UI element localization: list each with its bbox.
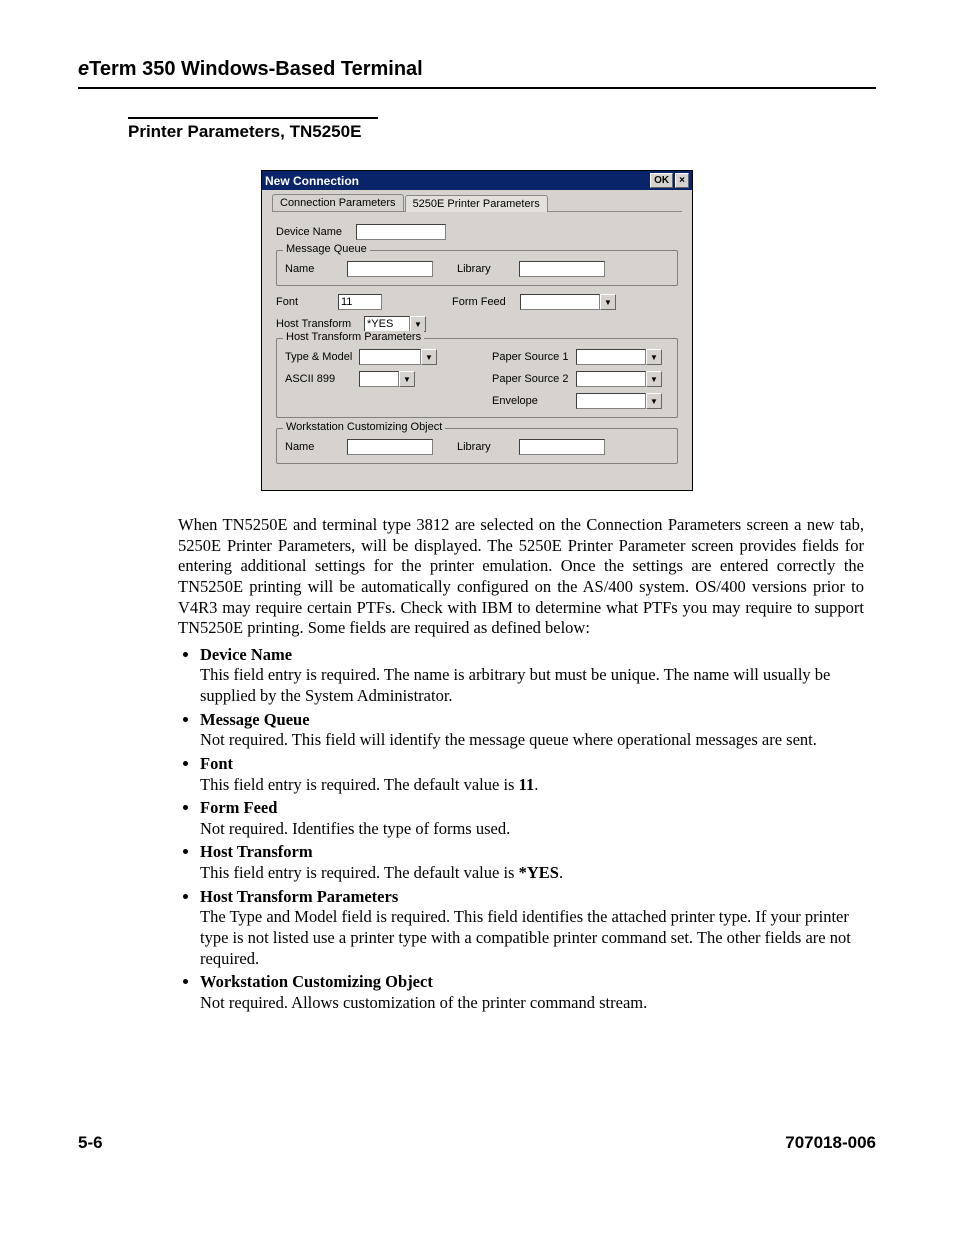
def-workstation-customizing-object: Workstation Customizing Object Not requi… [200, 972, 864, 1013]
tab-connection-parameters[interactable]: Connection Parameters [272, 194, 404, 211]
def-host-transform-parameters: Host Transform Parameters The Type and M… [200, 887, 864, 970]
combo-ascii899[interactable]: ▼ [359, 371, 415, 387]
chevron-down-icon: ▼ [410, 316, 426, 332]
combo-form-feed[interactable]: ▼ [520, 294, 616, 310]
chevron-down-icon: ▼ [421, 349, 437, 365]
input-mq-name[interactable] [347, 261, 433, 277]
label-wco-library: Library [457, 441, 519, 453]
combo-paper-source-2[interactable]: ▼ [576, 371, 662, 387]
def-form-feed: Form Feed Not required. Identifies the t… [200, 798, 864, 839]
header-prefix: e [78, 58, 89, 80]
definition-list: Device Name This field entry is required… [178, 645, 864, 1014]
label-ascii899: ASCII 899 [285, 373, 359, 385]
header-title: Term 350 Windows-Based Terminal [89, 58, 423, 80]
dialog-body: Connection Parameters 5250E Printer Para… [262, 190, 692, 490]
chevron-down-icon: ▼ [646, 371, 662, 387]
label-font: Font [276, 296, 338, 308]
page-footer: 5-6 707018-006 [78, 1133, 876, 1153]
label-form-feed: Form Feed [452, 296, 520, 308]
label-envelope: Envelope [492, 395, 576, 407]
close-button[interactable]: × [675, 173, 689, 188]
dialog-figure: New Connection OK × Connection Parameter… [78, 170, 876, 491]
running-head: eTerm 350 Windows-Based Terminal [78, 58, 876, 89]
dialog-window: New Connection OK × Connection Parameter… [261, 170, 693, 491]
chevron-down-icon: ▼ [646, 349, 662, 365]
legend-htp: Host Transform Parameters [283, 331, 424, 343]
group-host-transform-parameters: Host Transform Parameters Type & Model ▼ [276, 338, 678, 418]
form-area: Device Name Message Queue Name Library [272, 222, 682, 464]
group-message-queue: Message Queue Name Library [276, 250, 678, 286]
input-font[interactable]: 11 [338, 294, 382, 310]
dialog-titlebar: New Connection OK × [262, 171, 692, 190]
input-device-name[interactable] [356, 224, 446, 240]
page-number: 5-6 [78, 1133, 103, 1153]
ok-button[interactable]: OK [650, 173, 673, 188]
label-mq-name: Name [285, 263, 347, 275]
chevron-down-icon: ▼ [600, 294, 616, 310]
dialog-title: New Connection [265, 174, 648, 188]
input-mq-library[interactable] [519, 261, 605, 277]
label-paper-source-2: Paper Source 2 [492, 373, 576, 385]
combo-envelope[interactable]: ▼ [576, 393, 662, 409]
def-font: Font This field entry is required. The d… [200, 754, 864, 795]
combo-type-model[interactable]: ▼ [359, 349, 437, 365]
label-wco-name: Name [285, 441, 347, 453]
group-workstation-customizing-object: Workstation Customizing Object Name Libr… [276, 428, 678, 464]
document-number: 707018-006 [785, 1133, 876, 1153]
label-paper-source-1: Paper Source 1 [492, 351, 576, 363]
label-mq-library: Library [457, 263, 519, 275]
label-type-model: Type & Model [285, 351, 359, 363]
def-message-queue: Message Queue Not required. This field w… [200, 710, 864, 751]
tab-strip: Connection Parameters 5250E Printer Para… [272, 194, 682, 212]
chevron-down-icon: ▼ [399, 371, 415, 387]
label-device-name: Device Name [276, 226, 356, 238]
tab-5250e-printer-parameters[interactable]: 5250E Printer Parameters [405, 195, 548, 212]
input-wco-name[interactable] [347, 439, 433, 455]
legend-wco: Workstation Customizing Object [283, 421, 445, 433]
input-wco-library[interactable] [519, 439, 605, 455]
combo-host-transform[interactable]: *YES ▼ [364, 316, 426, 332]
label-host-transform: Host Transform [276, 318, 364, 330]
body-text: When TN5250E and terminal type 3812 are … [178, 515, 864, 1013]
legend-message-queue: Message Queue [283, 243, 370, 255]
combo-paper-source-1[interactable]: ▼ [576, 349, 662, 365]
intro-paragraph: When TN5250E and terminal type 3812 are … [178, 515, 864, 639]
section-heading: Printer Parameters, TN5250E [128, 117, 378, 142]
chevron-down-icon: ▼ [646, 393, 662, 409]
def-device-name: Device Name This field entry is required… [200, 645, 864, 707]
def-host-transform: Host Transform This field entry is requi… [200, 842, 864, 883]
